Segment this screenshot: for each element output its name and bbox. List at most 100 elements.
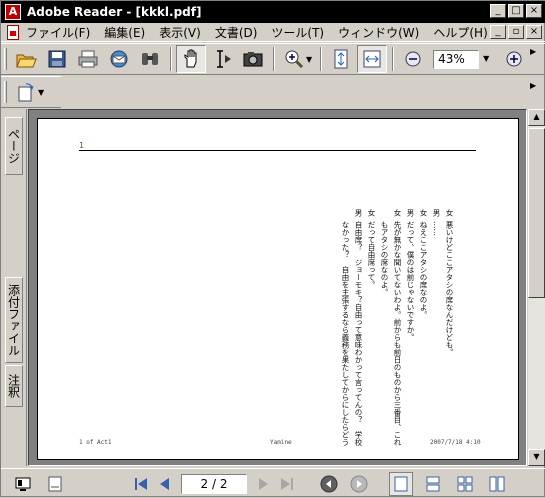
single-page-layout-button[interactable]	[389, 471, 413, 496]
doc-minimize-button[interactable]: _	[490, 25, 506, 39]
toolbar-grip[interactable]	[4, 48, 7, 70]
pdf-page[interactable]: 1 女 悪いけどここアタシの席なんだけども。 男 …… 女 ねえここアタシの席な…	[37, 118, 519, 460]
dialogue-line: 悪いけどここアタシの席なんだけども。	[445, 221, 454, 356]
fit-width-button[interactable]	[357, 45, 388, 73]
menu-view[interactable]: 表示(V)	[152, 24, 208, 41]
last-page-button[interactable]	[275, 472, 299, 496]
nav-pane-toggle-button[interactable]	[11, 472, 35, 496]
page-number: 1	[79, 141, 85, 150]
first-page-button[interactable]	[129, 472, 153, 496]
doc-close-button[interactable]: ×	[526, 25, 542, 39]
zoom-in-button[interactable]	[499, 45, 529, 73]
email-icon	[110, 50, 128, 68]
tab-pages[interactable]: ページ	[5, 117, 23, 175]
dialogue-line: だって自由席って。	[367, 221, 376, 289]
snapshot-icon	[243, 52, 263, 67]
fit-width-icon	[363, 50, 381, 68]
title-bar: A Adobe Reader - [kkkl.pdf] _ □ ×	[1, 1, 545, 23]
hand-tool-button[interactable]	[176, 45, 206, 73]
email-button[interactable]	[104, 45, 134, 73]
open-button[interactable]	[11, 45, 41, 73]
window-title: Adobe Reader - [kkkl.pdf]	[27, 5, 202, 19]
page-number-input[interactable]: 2 / 2	[181, 473, 247, 494]
tab-attachments-label: 添付ファイル	[6, 284, 21, 356]
zoom-out-icon	[405, 51, 421, 67]
print-button[interactable]	[73, 45, 103, 73]
dialogue-line: ……	[432, 221, 441, 236]
fit-page-icon	[334, 49, 348, 69]
document-view[interactable]: 1 女 悪いけどここアタシの席なんだけども。 男 …… 女 ねえここアタシの席な…	[28, 109, 527, 466]
chevron-down-icon[interactable]: ▼	[306, 55, 312, 64]
first-page-icon	[135, 477, 147, 490]
document-icon[interactable]	[7, 24, 19, 40]
print-icon	[78, 50, 98, 68]
tab-pages-label: ページ	[6, 128, 21, 164]
page-footer-right: 2007/7/18 4:10	[430, 439, 481, 446]
facing-pages-icon	[457, 476, 473, 491]
tab-attachments[interactable]: 添付ファイル	[5, 277, 23, 363]
toolbar-separator	[392, 47, 395, 71]
scroll-track[interactable]	[528, 126, 545, 449]
chevron-down-icon[interactable]: ▼	[38, 88, 44, 97]
status-bar: 2 / 2	[1, 468, 545, 498]
toolbar-grip[interactable]	[4, 81, 7, 103]
menu-help[interactable]: ヘルプ(H)	[426, 24, 494, 41]
previous-view-button[interactable]	[317, 472, 341, 496]
scroll-down-button[interactable]: ▼	[528, 449, 545, 466]
dialogue-line: ねえここアタシの席なのよ。	[419, 221, 428, 319]
minimize-button[interactable]: _	[490, 4, 506, 18]
select-text-icon	[217, 50, 231, 68]
page-footer-center: Yamine	[270, 439, 292, 446]
toolbar-separator	[273, 47, 275, 71]
zoom-out-button[interactable]	[398, 45, 428, 73]
menu-tools[interactable]: ツール(T)	[264, 24, 331, 41]
hand-tool-icon	[184, 49, 197, 68]
continuous-layout-button[interactable]	[421, 472, 445, 496]
next-view-button[interactable]	[347, 472, 371, 496]
snapshot-button[interactable]	[238, 45, 268, 73]
menu-window[interactable]: ウィンドウ(W)	[331, 24, 426, 41]
close-button[interactable]: ×	[526, 4, 542, 18]
zoom-input[interactable]: 43%	[433, 49, 480, 69]
toolbar-overflow-icon[interactable]: ▶	[530, 47, 536, 56]
dialogue-line: 先が無かな聞いてないわよ。前からも前日のものから三番目、これはいつで	[393, 221, 402, 446]
scroll-up-button[interactable]: ▲	[528, 109, 545, 126]
adobe-reader-icon: A	[5, 4, 21, 20]
menu-document[interactable]: 文書(D)	[208, 24, 265, 41]
dialogue-line: 自由席？ ジョーモキ？自由って意味わかって言ってんの？ 学校で習わ	[354, 221, 363, 446]
tab-annotations-label: 注釈	[6, 374, 21, 398]
toolbar-overflow-icon[interactable]: ▶	[530, 81, 536, 90]
facing-layout-button[interactable]	[453, 472, 477, 496]
dialogue-line: もアタシの席なのよ。	[380, 221, 389, 296]
previous-page-button[interactable]	[153, 472, 177, 496]
monitor-icon	[15, 477, 31, 491]
menu-file[interactable]: ファイル(F)	[19, 24, 97, 41]
secondary-toolbar: ▼	[1, 76, 61, 108]
select-text-button[interactable]	[207, 45, 237, 73]
open-icon	[16, 54, 37, 68]
save-button[interactable]	[42, 45, 72, 73]
back-circle-icon	[320, 475, 338, 492]
search-icon	[142, 53, 158, 65]
doc-restore-button[interactable]: ▫	[508, 25, 524, 39]
continuous-page-icon	[426, 476, 440, 491]
actual-size-button[interactable]	[326, 45, 356, 73]
rotate-view-button[interactable]	[11, 78, 41, 106]
forward-circle-icon	[350, 475, 368, 492]
maximize-button[interactable]: □	[508, 4, 524, 18]
vertical-scrollbar[interactable]: ▲ ▼	[528, 109, 545, 466]
continuous-facing-icon	[489, 476, 505, 491]
zoom-dropdown-chevron-icon[interactable]: ▼	[479, 50, 493, 69]
page-size-button[interactable]	[43, 472, 67, 496]
tab-annotations[interactable]: 注釈	[5, 365, 23, 407]
app-window: A Adobe Reader - [kkkl.pdf] _ □ × ファイル(F…	[0, 0, 545, 497]
toolbar-separator	[170, 47, 172, 71]
menu-edit[interactable]: 編集(E)	[97, 24, 152, 41]
scroll-thumb[interactable]	[528, 128, 545, 298]
next-page-button[interactable]	[251, 472, 275, 496]
search-button[interactable]	[135, 45, 165, 73]
continuous-facing-layout-button[interactable]	[485, 472, 509, 496]
dialogue-line: なかった？ 自由を主張するなら義務を果たしてからにしたらどう？	[341, 221, 350, 446]
last-page-icon	[281, 477, 293, 490]
zoom-tool-button[interactable]	[279, 45, 309, 73]
